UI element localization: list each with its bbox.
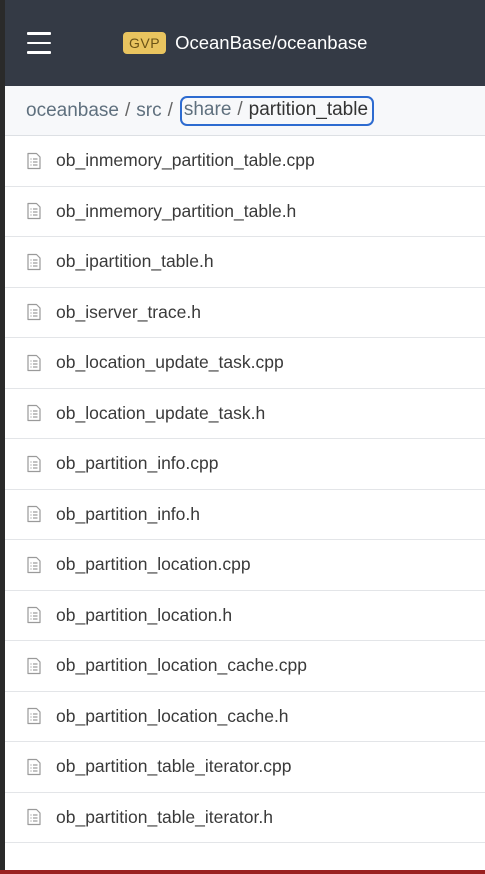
file-icon — [26, 202, 42, 220]
file-name[interactable]: ob_partition_table_iterator.cpp — [56, 756, 291, 777]
file-list-item[interactable]: ob_iserver_trace.h — [5, 288, 485, 338]
file-icon — [26, 505, 42, 523]
file-name[interactable]: ob_partition_location.cpp — [56, 554, 251, 575]
hamburger-menu-icon[interactable] — [27, 32, 51, 54]
breadcrumb-item-oceanbase[interactable]: oceanbase — [26, 100, 119, 122]
brand: GVP OceanBase/oceanbase — [123, 0, 367, 86]
file-icon — [26, 354, 42, 372]
file-list-item[interactable]: ob_location_update_task.h — [5, 389, 485, 439]
file-icon — [26, 707, 42, 725]
top-navigation-bar: GVP OceanBase/oceanbase — [5, 0, 485, 86]
file-icon — [26, 657, 42, 675]
file-icon — [26, 556, 42, 574]
file-list: ob_inmemory_partition_table.cpp ob_inmemo… — [5, 136, 485, 843]
file-list-item[interactable]: ob_inmemory_partition_table.h — [5, 187, 485, 237]
file-name[interactable]: ob_location_update_task.cpp — [56, 352, 284, 373]
file-name[interactable]: ob_partition_location_cache.h — [56, 706, 289, 727]
breadcrumb: oceanbase / src / share / partition_tabl… — [5, 86, 485, 136]
file-icon — [26, 455, 42, 473]
file-list-item[interactable]: ob_partition_location_cache.cpp — [5, 641, 485, 692]
file-name[interactable]: ob_partition_location_cache.cpp — [56, 655, 307, 676]
file-icon — [26, 404, 42, 422]
gvp-badge: GVP — [123, 32, 167, 54]
breadcrumb-item-partition-table: partition_table — [248, 98, 369, 120]
breadcrumb-separator: / — [167, 99, 173, 121]
file-icon — [26, 152, 42, 170]
file-name[interactable]: ob_partition_info.cpp — [56, 453, 218, 474]
file-name[interactable]: ob_location_update_task.h — [56, 403, 265, 424]
file-name[interactable]: ob_partition_table_iterator.h — [56, 807, 273, 828]
breadcrumb-separator: / — [124, 99, 131, 121]
file-list-item[interactable]: ob_location_update_task.cpp — [5, 338, 485, 389]
file-name[interactable]: ob_iserver_trace.h — [56, 302, 201, 323]
file-name[interactable]: ob_partition_location.h — [56, 605, 232, 626]
file-icon — [26, 808, 42, 826]
highlighted-path-box: share / partition_table — [179, 95, 375, 126]
bottom-accent-bar — [0, 870, 485, 874]
file-list-item[interactable]: ob_partition_table_iterator.h — [5, 793, 485, 843]
file-name[interactable]: ob_ipartition_table.h — [56, 251, 214, 272]
breadcrumb-item-src[interactable]: src — [136, 100, 161, 122]
breadcrumb-item-share[interactable]: share — [184, 99, 232, 121]
file-name[interactable]: ob_inmemory_partition_table.h — [56, 201, 296, 222]
breadcrumb-separator: / — [237, 98, 243, 120]
app-frame: GVP OceanBase/oceanbase oceanbase / src … — [5, 0, 485, 874]
file-icon — [26, 253, 42, 271]
repo-name-link[interactable]: OceanBase/oceanbase — [175, 32, 367, 54]
file-icon — [26, 758, 42, 776]
file-list-item[interactable]: ob_partition_location_cache.h — [5, 692, 485, 742]
file-list-item[interactable]: ob_inmemory_partition_table.cpp — [5, 136, 485, 187]
file-icon — [26, 303, 42, 321]
file-name[interactable]: ob_inmemory_partition_table.cpp — [56, 150, 315, 171]
file-list-item[interactable]: ob_ipartition_table.h — [5, 237, 485, 288]
file-list-item[interactable]: ob_partition_table_iterator.cpp — [5, 742, 485, 793]
file-list-item[interactable]: ob_partition_location.h — [5, 591, 485, 641]
file-list-item[interactable]: ob_partition_info.h — [5, 490, 485, 540]
file-name[interactable]: ob_partition_info.h — [56, 504, 200, 525]
file-icon — [26, 606, 42, 624]
file-list-item[interactable]: ob_partition_location.cpp — [5, 540, 485, 591]
file-list-item[interactable]: ob_partition_info.cpp — [5, 439, 485, 490]
